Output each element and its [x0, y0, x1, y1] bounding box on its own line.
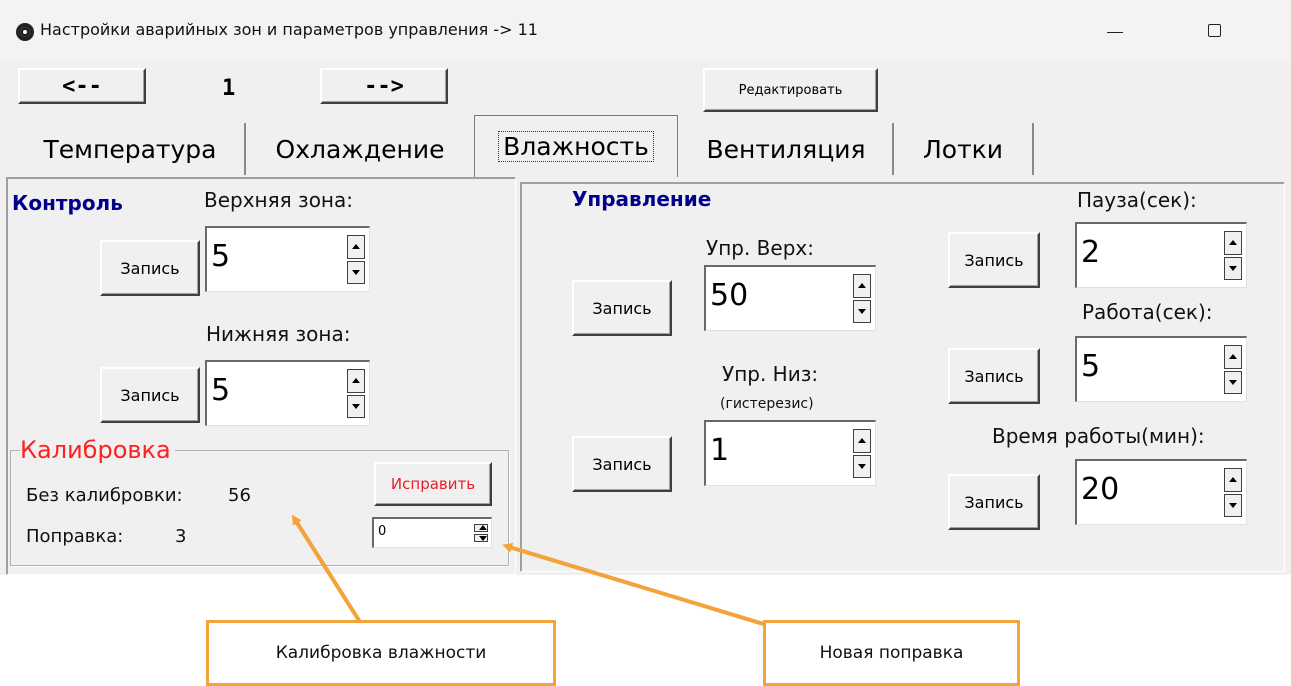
calib-callout-arrow: [291, 514, 362, 624]
correction-callout-arrow: [502, 542, 771, 628]
correction-callout-text: Новая поправка: [819, 643, 964, 663]
callout-arrows: [291, 514, 771, 628]
calib-callout-text: Калибровка влажности: [275, 643, 487, 663]
correction-callout: Новая поправка: [763, 620, 1020, 686]
calib-callout: Калибровка влажности: [206, 620, 556, 686]
